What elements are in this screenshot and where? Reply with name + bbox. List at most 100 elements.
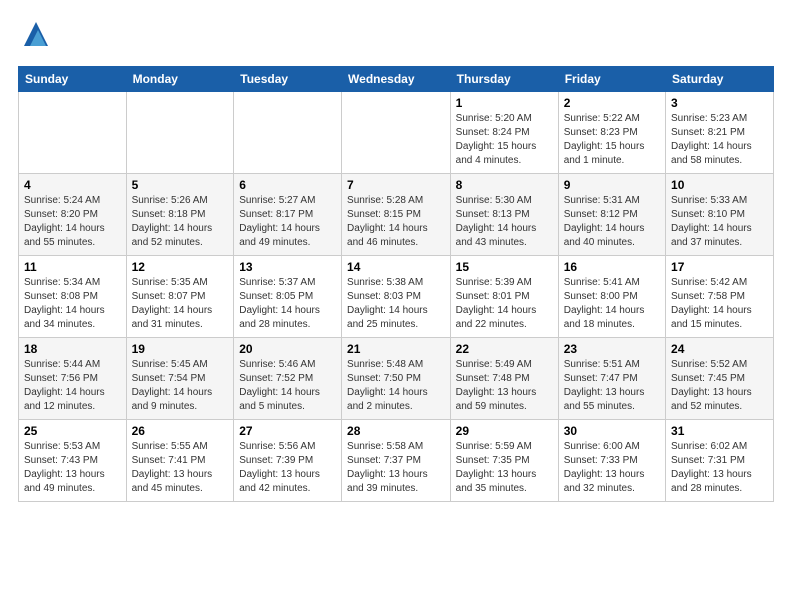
day-cell — [342, 92, 451, 174]
weekday-header-row: SundayMondayTuesdayWednesdayThursdayFrid… — [19, 67, 774, 92]
day-cell: 9 Sunrise: 5:31 AM Sunset: 8:12 PM Daylig… — [558, 174, 665, 256]
day-number: 1 — [456, 96, 553, 110]
day-number: 25 — [24, 424, 121, 438]
calendar: SundayMondayTuesdayWednesdayThursdayFrid… — [18, 66, 774, 502]
day-number: 11 — [24, 260, 121, 274]
day-info: Sunrise: 5:51 AM Sunset: 7:47 PM Dayligh… — [564, 358, 660, 414]
day-info: Sunrise: 5:52 AM Sunset: 7:45 PM Dayligh… — [671, 358, 768, 414]
day-number: 2 — [564, 96, 660, 110]
week-row-2: 11Sunrise: 5:34 AM Sunset: 8:08 PM Dayli… — [19, 256, 774, 338]
day-info: Sunrise: 5:48 AM Sunset: 7:50 PM Dayligh… — [347, 358, 445, 414]
weekday-header-tuesday: Tuesday — [234, 67, 342, 92]
week-row-1: 4 Sunrise: 5:24 AM Sunset: 8:20 PM Daylig… — [19, 174, 774, 256]
day-info: Sunrise: 5:49 AM Sunset: 7:48 PM Dayligh… — [456, 358, 553, 414]
weekday-header-sunday: Sunday — [19, 67, 127, 92]
day-info: Sunrise: 5:58 AM Sunset: 7:37 PM Dayligh… — [347, 440, 445, 496]
header — [18, 18, 774, 56]
day-number: 26 — [132, 424, 229, 438]
day-cell: 13 Sunrise: 5:37 AM Sunset: 8:05 PM Dayli… — [234, 256, 342, 338]
day-number: 20 — [239, 342, 336, 356]
day-cell: 26 Sunrise: 5:55 AM Sunset: 7:41 PM Dayli… — [126, 420, 234, 502]
day-info: Sunrise: 5:53 AM Sunset: 7:43 PM Dayligh… — [24, 440, 121, 496]
day-info: Sunrise: 5:23 AM Sunset: 8:21 PM Dayligh… — [671, 112, 768, 168]
day-number: 27 — [239, 424, 336, 438]
day-cell: 31 Sunrise: 6:02 AM Sunset: 7:31 PM Dayli… — [666, 420, 774, 502]
day-cell: 19 Sunrise: 5:45 AM Sunset: 7:54 PM Dayli… — [126, 338, 234, 420]
day-info: Sunrise: 5:28 AM Sunset: 8:15 PM Dayligh… — [347, 194, 445, 250]
day-cell: 27 Sunrise: 5:56 AM Sunset: 7:39 PM Dayli… — [234, 420, 342, 502]
day-cell: 3Sunrise: 5:23 AM Sunset: 8:21 PM Daylig… — [666, 92, 774, 174]
day-number: 22 — [456, 342, 553, 356]
day-cell: 16Sunrise: 5:41 AM Sunset: 8:00 PM Dayli… — [558, 256, 665, 338]
day-info: Sunrise: 5:44 AM Sunset: 7:56 PM Dayligh… — [24, 358, 121, 414]
day-info: Sunrise: 5:38 AM Sunset: 8:03 PM Dayligh… — [347, 276, 445, 332]
day-cell: 4 Sunrise: 5:24 AM Sunset: 8:20 PM Daylig… — [19, 174, 127, 256]
day-cell: 8 Sunrise: 5:30 AM Sunset: 8:13 PM Daylig… — [450, 174, 558, 256]
day-info: Sunrise: 5:37 AM Sunset: 8:05 PM Dayligh… — [239, 276, 336, 332]
day-number: 18 — [24, 342, 121, 356]
day-number: 24 — [671, 342, 768, 356]
day-number: 14 — [347, 260, 445, 274]
day-number: 15 — [456, 260, 553, 274]
day-number: 5 — [132, 178, 229, 192]
day-info: Sunrise: 6:02 AM Sunset: 7:31 PM Dayligh… — [671, 440, 768, 496]
day-number: 13 — [239, 260, 336, 274]
day-cell: 23 Sunrise: 5:51 AM Sunset: 7:47 PM Dayli… — [558, 338, 665, 420]
day-info: Sunrise: 5:46 AM Sunset: 7:52 PM Dayligh… — [239, 358, 336, 414]
day-cell — [19, 92, 127, 174]
day-number: 9 — [564, 178, 660, 192]
day-cell: 14 Sunrise: 5:38 AM Sunset: 8:03 PM Dayli… — [342, 256, 451, 338]
day-number: 4 — [24, 178, 121, 192]
day-info: Sunrise: 5:35 AM Sunset: 8:07 PM Dayligh… — [132, 276, 229, 332]
day-cell: 5 Sunrise: 5:26 AM Sunset: 8:18 PM Daylig… — [126, 174, 234, 256]
day-cell — [234, 92, 342, 174]
day-info: Sunrise: 5:55 AM Sunset: 7:41 PM Dayligh… — [132, 440, 229, 496]
logo-icon — [20, 18, 52, 50]
day-info: Sunrise: 5:45 AM Sunset: 7:54 PM Dayligh… — [132, 358, 229, 414]
day-info: Sunrise: 5:56 AM Sunset: 7:39 PM Dayligh… — [239, 440, 336, 496]
day-cell: 6Sunrise: 5:27 AM Sunset: 8:17 PM Daylig… — [234, 174, 342, 256]
day-info: Sunrise: 5:39 AM Sunset: 8:01 PM Dayligh… — [456, 276, 553, 332]
day-info: Sunrise: 5:20 AM Sunset: 8:24 PM Dayligh… — [456, 112, 553, 168]
day-cell: 24 Sunrise: 5:52 AM Sunset: 7:45 PM Dayli… — [666, 338, 774, 420]
day-cell: 18 Sunrise: 5:44 AM Sunset: 7:56 PM Dayli… — [19, 338, 127, 420]
day-number: 10 — [671, 178, 768, 192]
day-cell: 28 Sunrise: 5:58 AM Sunset: 7:37 PM Dayli… — [342, 420, 451, 502]
logo-text — [18, 18, 52, 56]
day-cell: 15 Sunrise: 5:39 AM Sunset: 8:01 PM Dayli… — [450, 256, 558, 338]
day-number: 8 — [456, 178, 553, 192]
logo — [18, 18, 52, 56]
day-cell: 25 Sunrise: 5:53 AM Sunset: 7:43 PM Dayli… — [19, 420, 127, 502]
week-row-0: 1 Sunrise: 5:20 AM Sunset: 8:24 PM Daylig… — [19, 92, 774, 174]
day-cell: 22 Sunrise: 5:49 AM Sunset: 7:48 PM Dayli… — [450, 338, 558, 420]
weekday-header-wednesday: Wednesday — [342, 67, 451, 92]
day-cell: 21 Sunrise: 5:48 AM Sunset: 7:50 PM Dayli… — [342, 338, 451, 420]
day-number: 31 — [671, 424, 768, 438]
week-row-4: 25 Sunrise: 5:53 AM Sunset: 7:43 PM Dayli… — [19, 420, 774, 502]
day-number: 19 — [132, 342, 229, 356]
day-info: Sunrise: 5:41 AM Sunset: 8:00 PM Dayligh… — [564, 276, 660, 332]
day-number: 23 — [564, 342, 660, 356]
day-info: Sunrise: 6:00 AM Sunset: 7:33 PM Dayligh… — [564, 440, 660, 496]
day-number: 21 — [347, 342, 445, 356]
day-cell: 10Sunrise: 5:33 AM Sunset: 8:10 PM Dayli… — [666, 174, 774, 256]
day-cell: 7 Sunrise: 5:28 AM Sunset: 8:15 PM Daylig… — [342, 174, 451, 256]
weekday-header-monday: Monday — [126, 67, 234, 92]
weekday-header-thursday: Thursday — [450, 67, 558, 92]
page: SundayMondayTuesdayWednesdayThursdayFrid… — [0, 0, 792, 612]
day-cell: 11Sunrise: 5:34 AM Sunset: 8:08 PM Dayli… — [19, 256, 127, 338]
day-info: Sunrise: 5:26 AM Sunset: 8:18 PM Dayligh… — [132, 194, 229, 250]
day-cell: 1 Sunrise: 5:20 AM Sunset: 8:24 PM Daylig… — [450, 92, 558, 174]
day-info: Sunrise: 5:24 AM Sunset: 8:20 PM Dayligh… — [24, 194, 121, 250]
day-info: Sunrise: 5:30 AM Sunset: 8:13 PM Dayligh… — [456, 194, 553, 250]
week-row-3: 18 Sunrise: 5:44 AM Sunset: 7:56 PM Dayli… — [19, 338, 774, 420]
day-cell: 2Sunrise: 5:22 AM Sunset: 8:23 PM Daylig… — [558, 92, 665, 174]
day-number: 7 — [347, 178, 445, 192]
day-number: 28 — [347, 424, 445, 438]
day-info: Sunrise: 5:31 AM Sunset: 8:12 PM Dayligh… — [564, 194, 660, 250]
weekday-header-friday: Friday — [558, 67, 665, 92]
weekday-header-saturday: Saturday — [666, 67, 774, 92]
day-number: 17 — [671, 260, 768, 274]
day-cell: 30Sunrise: 6:00 AM Sunset: 7:33 PM Dayli… — [558, 420, 665, 502]
day-number: 29 — [456, 424, 553, 438]
